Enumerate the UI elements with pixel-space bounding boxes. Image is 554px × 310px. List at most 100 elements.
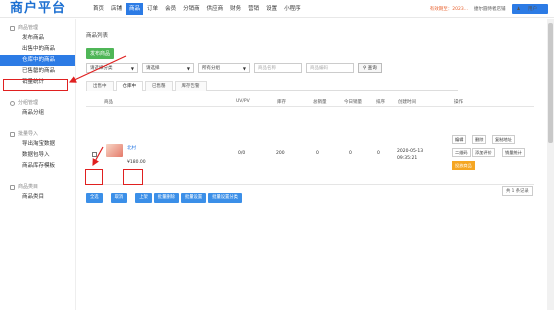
row-today-sales: 0 <box>349 151 352 156</box>
qrcode-button[interactable]: 二维码 <box>452 148 471 157</box>
row-total-sales: 0 <box>316 151 319 156</box>
created-date: 2020-05-13 <box>397 149 424 154</box>
bulk-settings-button[interactable]: 批量设置 <box>180 193 207 203</box>
sidebar-item-sold-out[interactable]: 已售罄的商品 <box>0 66 75 77</box>
code-input[interactable]: 商品编码 <box>306 63 354 73</box>
highlight-warehouse <box>3 79 68 91</box>
user-button[interactable]: ♟ 用户 <box>511 4 548 14</box>
highlight-list-on-shelf <box>123 169 143 185</box>
status-select[interactable]: 所有分组 ▼ <box>198 63 250 73</box>
app-logo: 商户平台 <box>10 1 67 16</box>
nav-finance[interactable]: 财务 <box>227 3 244 15</box>
edit-button[interactable]: 编辑 <box>452 135 467 144</box>
top-bar: 商户平台 首页 店铺 商品 订单 会员 分销商 供应商 财务 营销 设置 小程序… <box>0 0 554 18</box>
column-product: 商品 <box>104 100 113 105</box>
tab-bar: 出售中 仓库中 已售罄 库存告警 <box>86 81 458 91</box>
row-checkbox[interactable] <box>92 152 97 157</box>
group-icon <box>10 100 15 106</box>
nav-miniprogram[interactable]: 小程序 <box>281 3 304 15</box>
row-divider <box>86 184 534 185</box>
nav-marketing[interactable]: 营销 <box>245 3 262 15</box>
category-select-value: 请选择分类 <box>90 66 113 71</box>
sidebar-item-stock-template[interactable]: 商品库存模板 <box>0 161 75 172</box>
scrollbar-thumb[interactable] <box>548 23 553 143</box>
filter-bar: 请选择分类 ▼ 请选择 ▼ 所有分组 ▼ 商品名称 商品编码 ⚲ 查询 <box>86 63 382 73</box>
nav-distributors[interactable]: 分销商 <box>180 3 203 15</box>
group-select[interactable]: 请选择 ▼ <box>142 63 194 73</box>
nav-products[interactable]: 商品 <box>126 3 144 15</box>
product-price: ¥180.00 <box>127 160 146 165</box>
sidebar-section-groups: 分组管理 <box>0 98 75 108</box>
user-icon: ♟ <box>516 7 521 12</box>
category-select[interactable]: 请选择分类 ▼ <box>86 63 138 73</box>
created-time: 09:35:21 <box>397 156 418 161</box>
user-button-label: 用户 <box>528 7 537 12</box>
column-sort: 排序 <box>376 100 385 105</box>
sidebar-item-on-sale[interactable]: 出售中的商品 <box>0 44 75 55</box>
section-title: 商品管理 <box>18 25 39 31</box>
sidebar-item-export-taobao[interactable]: 导出淘宝数据 <box>0 139 75 150</box>
chevron-down-icon: ▼ <box>186 66 190 71</box>
main-content: 商品列表 发布商品 请选择分类 ▼ 请选择 ▼ 所有分组 ▼ 商品名称 商品编码… <box>78 19 554 310</box>
column-actions: 操作 <box>454 100 463 105</box>
shop-name[interactable]: 捷尔圆侍者店铺 <box>474 6 506 12</box>
tab-sold-out[interactable]: 已售罄 <box>145 81 173 91</box>
scrollbar[interactable] <box>547 19 554 310</box>
select-all-button[interactable]: 全选 <box>86 193 103 203</box>
cancel-button[interactable]: 取消 <box>110 193 128 203</box>
sidebar-section-categories: 商品类目 <box>0 182 75 192</box>
bulk-delete-button[interactable]: 批量删除 <box>153 193 179 203</box>
nav-members[interactable]: 会员 <box>162 3 179 15</box>
copy-link-button[interactable]: 复制地址 <box>492 135 515 144</box>
sidebar-section-product-management: 商品管理 <box>0 23 75 33</box>
promote-button[interactable]: 投放商品 <box>452 161 475 170</box>
chevron-down-icon: ▼ <box>130 66 134 71</box>
top-nav: 首页 店铺 商品 订单 会员 分销商 供应商 财务 营销 设置 小程序 <box>90 3 305 15</box>
row-created-time: 2020-05-13 09:35:21 <box>397 148 423 162</box>
breadcrumb: 商品列表 <box>86 33 109 39</box>
column-total-sales: 总销量 <box>313 100 327 105</box>
delete-button[interactable]: 删除 <box>472 135 487 144</box>
tab-on-sale[interactable]: 出售中 <box>86 81 114 91</box>
nav-suppliers[interactable]: 供应商 <box>204 3 227 15</box>
tab-warehouse[interactable]: 仓库中 <box>115 81 143 91</box>
row-uvpv: 0/0 <box>238 151 246 156</box>
nav-home[interactable]: 首页 <box>90 3 107 15</box>
expire-text: 有效期至：2023... <box>429 7 469 12</box>
bulk-category-button[interactable]: 批量设置分类 <box>208 193 242 203</box>
sidebar-item-categories[interactable]: 商品类目 <box>0 192 75 203</box>
list-on-shelf-button[interactable]: 上架 <box>135 193 152 203</box>
section-title: 商品类目 <box>18 184 39 190</box>
header-divider <box>86 106 534 107</box>
box-icon <box>10 25 15 31</box>
highlight-select-all <box>85 169 103 185</box>
nav-settings[interactable]: 设置 <box>263 3 280 15</box>
chevron-down-icon: ▼ <box>242 66 246 71</box>
sidebar-item-publish[interactable]: 发布商品 <box>0 33 75 44</box>
search-button[interactable]: ⚲ 查询 <box>358 63 382 73</box>
product-name[interactable]: 北村 <box>127 145 136 151</box>
product-thumbnail <box>106 144 123 157</box>
import-icon <box>10 131 15 137</box>
pager: 共 1 条记录 <box>502 186 533 196</box>
status-select-value: 所有分组 <box>202 66 220 71</box>
column-today-sales: 今日销量 <box>344 100 362 105</box>
section-title: 批量导入 <box>18 131 39 137</box>
sidebar-item-data-import[interactable]: 数据包导入 <box>0 150 75 161</box>
row-stock: 200 <box>276 151 285 156</box>
group-select-value: 请选择 <box>146 66 160 71</box>
search-button-label: 查询 <box>367 66 377 71</box>
sidebar-item-warehouse[interactable]: 仓库中的商品 <box>0 55 75 66</box>
tab-stock-alert[interactable]: 库存告警 <box>174 81 207 91</box>
column-uvpv: UV/PV <box>236 99 250 104</box>
sidebar-item-product-groups[interactable]: 商品分组 <box>0 108 75 119</box>
sidebar-section-import: 批量导入 <box>0 129 75 139</box>
add-review-button[interactable]: 添加评价 <box>472 148 495 157</box>
sales-stats-button[interactable]: 销量统计 <box>502 148 525 157</box>
sidebar: 商品管理 发布商品 出售中的商品 仓库中的商品 已售罄的商品 销量统计 分组管理… <box>0 19 76 310</box>
nav-orders[interactable]: 订单 <box>144 3 161 15</box>
top-right: 有效期至：2023... 捷尔圆侍者店铺 ♟ 用户 <box>430 4 548 14</box>
nav-shop[interactable]: 店铺 <box>108 3 125 15</box>
publish-button[interactable]: 发布商品 <box>86 48 115 59</box>
name-input[interactable]: 商品名称 <box>254 63 302 73</box>
